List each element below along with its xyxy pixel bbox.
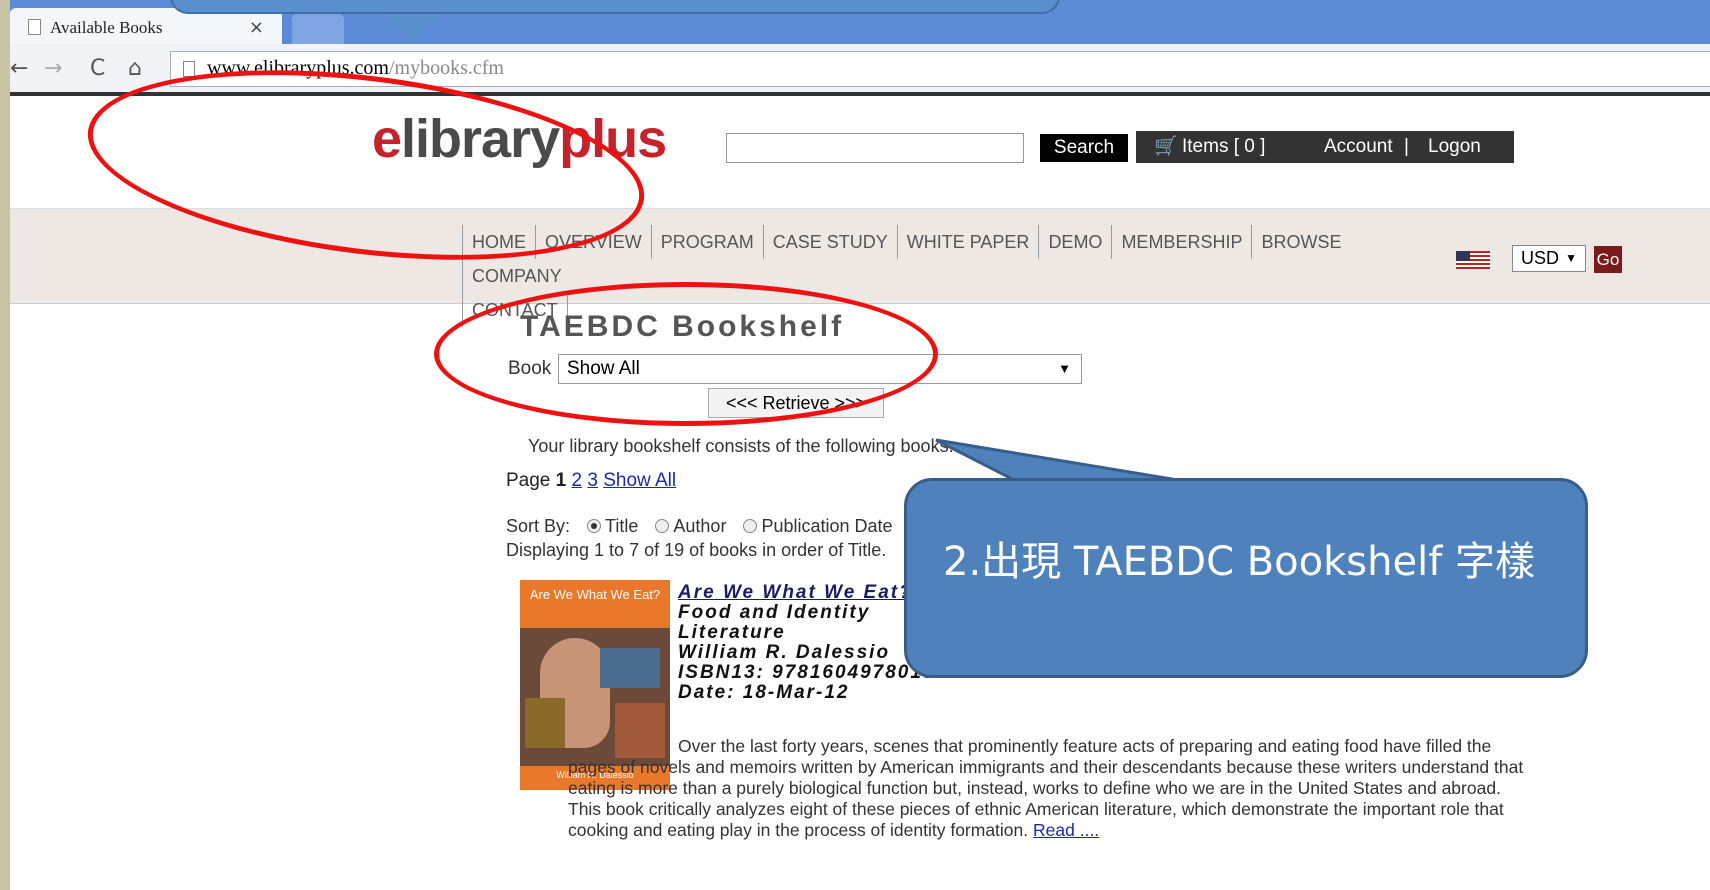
callout-text: 2.出現 TAEBDC Bookshelf 字樣	[943, 539, 1535, 585]
address-bar[interactable]: www.elibraryplus.com/mybooks.cfm	[170, 51, 1710, 87]
sort-author-radio[interactable]	[655, 519, 670, 533]
user-bar: 🛒 Items [ 0 ] Account | Logon	[1136, 131, 1514, 163]
tab-title: Available Books	[50, 18, 163, 37]
page-link-2[interactable]: 2	[572, 470, 583, 491]
menu-item-browse[interactable]: BROWSE	[1251, 225, 1350, 259]
callout-balloon: 2.出現 TAEBDC Bookshelf 字樣	[904, 478, 1588, 678]
read-more-link[interactable]: Read ....	[1033, 820, 1099, 840]
book-title-link[interactable]: Are We What We Eat?	[678, 582, 913, 604]
book-date: Date: 18-Mar-12	[678, 682, 850, 703]
intro-text: Your library bookshelf consists of the f…	[528, 436, 954, 456]
url-text: www.elibraryplus.com/mybooks.cfm	[207, 57, 504, 79]
page-title: TAEBDC Bookshelf	[520, 310, 845, 343]
book-description: Over the last forty years, scenes that p…	[568, 736, 1524, 840]
current-page: 1	[555, 470, 567, 491]
currency-select[interactable]: USD ▼	[1512, 245, 1586, 272]
pagination: Page 1 2 3 Show All	[506, 470, 677, 491]
menu-item-overview[interactable]: OVERVIEW	[535, 225, 651, 259]
close-icon[interactable]: ×	[249, 17, 264, 38]
new-tab-button[interactable]	[292, 14, 344, 44]
go-button[interactable]: Go	[1594, 246, 1622, 273]
logon-link[interactable]: Logon	[1428, 131, 1481, 163]
site-logo[interactable]: elibraryplus	[372, 108, 667, 170]
account-link[interactable]: Account	[1324, 131, 1393, 163]
sort-date-radio[interactable]	[743, 519, 758, 533]
menu-item-demo[interactable]: DEMO	[1038, 225, 1111, 259]
menu-item-case-study[interactable]: CASE STUDY	[762, 225, 897, 259]
page-icon	[183, 61, 195, 77]
page-link-3[interactable]: 3	[587, 470, 598, 491]
forward-icon[interactable]: →	[44, 56, 62, 81]
callout-balloon-top	[170, 0, 1060, 14]
browser-toolbar: ← → C ⌂ www.elibraryplus.com/mybooks.cfm	[10, 44, 1710, 96]
separator: |	[1404, 136, 1409, 157]
sort-by: Sort By: Title Author Publication Date	[506, 516, 893, 536]
back-icon[interactable]: ←	[10, 56, 28, 81]
retrieve-button[interactable]: <<< Retrieve >>>	[708, 388, 884, 418]
chevron-down-icon: ▼	[1058, 361, 1071, 376]
show-all-link[interactable]: Show All	[603, 470, 676, 491]
menu-item-company[interactable]: COMPANY	[462, 259, 571, 293]
page-icon	[28, 19, 41, 35]
book-select[interactable]: Show All ▼	[558, 354, 1082, 384]
callout-tail-top	[380, 14, 444, 40]
book-subtitle: Food and Identity	[678, 602, 871, 623]
main-nav: HOME OVERVIEW PROGRAM CASE STUDY WHITE PAPER…	[10, 208, 1710, 327]
search-input[interactable]	[726, 133, 1024, 163]
book-category: Literature	[678, 622, 786, 643]
menu-item-white-paper[interactable]: WHITE PAPER	[896, 225, 1039, 259]
results-summary: Displaying 1 to 7 of 19 of books in orde…	[506, 540, 887, 560]
cart-icon[interactable]: 🛒	[1154, 131, 1178, 163]
menu-item-home[interactable]: HOME	[462, 225, 535, 259]
book-author: William R. Dalessio	[678, 642, 891, 663]
sort-title-radio[interactable]	[587, 519, 602, 533]
menu-item-program[interactable]: PROGRAM	[650, 225, 763, 259]
home-icon[interactable]: ⌂	[128, 56, 142, 81]
cart-items-link[interactable]: Items [ 0 ]	[1182, 131, 1265, 163]
reload-icon[interactable]: C	[90, 56, 105, 81]
search-button[interactable]: Search	[1040, 134, 1128, 162]
menu-item-membership[interactable]: MEMBERSHIP	[1111, 225, 1251, 259]
cover-title: Are We What We Eat?	[529, 587, 661, 602]
book-label: Book	[508, 358, 552, 379]
us-flag-icon[interactable]	[1456, 251, 1490, 269]
book-isbn: ISBN13: 9781604978018	[678, 662, 936, 683]
